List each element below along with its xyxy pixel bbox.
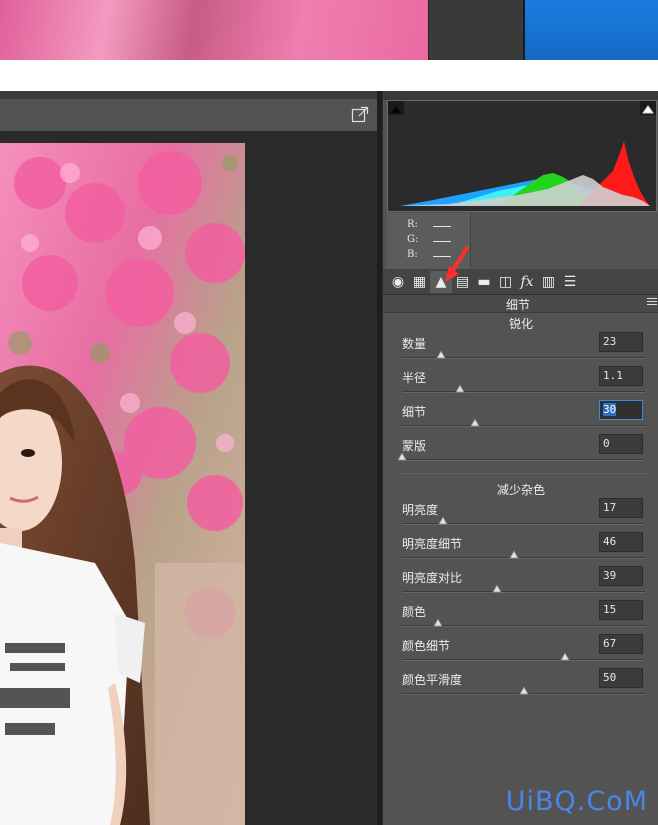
slider-label: 明亮度细节: [402, 537, 463, 551]
slider-label: 颜色细节: [402, 639, 451, 653]
panel-title: 细节: [505, 298, 530, 312]
slider-label: 明亮度对比: [402, 571, 463, 585]
slider-label: 颜色平滑度: [402, 673, 463, 687]
histogram: [387, 100, 657, 212]
slider-track[interactable]: [402, 384, 645, 393]
slider-value-field[interactable]: 30: [599, 400, 643, 420]
panel-menu-icon[interactable]: [647, 298, 657, 308]
presets-icon: ☰: [563, 274, 577, 290]
slider-value-field[interactable]: 46: [599, 532, 643, 552]
slider-track[interactable]: [402, 618, 645, 627]
slider-value-field[interactable]: 23: [599, 332, 643, 352]
slider-value-field[interactable]: 15: [599, 600, 643, 620]
watermark: UiBQ.CoM: [505, 786, 648, 817]
tab-lens-corrections[interactable]: ◫: [495, 271, 517, 293]
slider-value-text: 46: [603, 535, 617, 548]
basic-icon: ◉: [391, 274, 405, 290]
tone-curve-icon: ▦: [412, 274, 427, 290]
slider-value-text: 17: [603, 501, 617, 514]
slider-value-field[interactable]: 1.1: [599, 366, 643, 386]
slider-thumb[interactable]: [433, 618, 444, 627]
slider-track[interactable]: [402, 686, 645, 695]
slider-value-text: 39: [603, 569, 617, 582]
image-workspace: [0, 91, 382, 825]
slider-track[interactable]: [402, 418, 645, 427]
slider-thumb[interactable]: [518, 686, 529, 695]
slider-thumb[interactable]: [509, 550, 519, 559]
desktop-background: [523, 0, 658, 60]
photo-preview[interactable]: [0, 143, 245, 825]
rgb-readout: R: G: B:: [387, 213, 471, 269]
split-toning-icon: ▬: [477, 274, 491, 290]
hsl-icon: ▤: [455, 274, 470, 290]
histogram-graph: [400, 141, 650, 206]
tab-effects[interactable]: fx: [516, 271, 538, 293]
g-label: G:: [407, 234, 419, 245]
slider-label: 明亮度: [402, 503, 439, 517]
camera-calibration-icon: ▥: [541, 274, 556, 290]
slider-label: 数量: [402, 337, 427, 351]
slider-value-text: 23: [603, 335, 617, 348]
slider-track[interactable]: [402, 584, 645, 593]
b-value-dash: [433, 256, 451, 257]
top-photo-preview: [0, 0, 428, 60]
canvas-area: [0, 133, 377, 825]
panel-top-bar: [383, 91, 658, 100]
workspace-toolbar: [0, 99, 377, 132]
lens-corrections-icon: ◫: [498, 274, 513, 290]
slider-label: 颜色: [402, 605, 427, 619]
sharpening-group-title: 锐化: [508, 317, 533, 331]
fullscreen-toggle-icon[interactable]: [351, 106, 369, 124]
slider-value-text: 0: [603, 437, 610, 450]
top-strip: [0, 0, 658, 62]
r-value-dash: [433, 226, 451, 227]
detail-icon: ▲: [435, 274, 447, 290]
effects-icon: fx: [520, 274, 534, 290]
slider-value-text: 1.1: [603, 369, 623, 382]
slider-track[interactable]: [402, 516, 645, 525]
slider-value-text: 50: [603, 671, 617, 684]
window-separator: [0, 60, 658, 91]
detail-panel-header: 细节: [383, 295, 658, 313]
camera-raw-panel: R: G: B: ◉ ▦ ▲ ▤ ▬ ◫ fx ▥ ☰ 细节 锐化 数量 23 半径 1.1 细节 30 蒙版…: [382, 91, 658, 825]
b-label: B:: [407, 249, 418, 260]
slider-track[interactable]: [402, 652, 645, 661]
tab-tone-curve[interactable]: ▦: [409, 271, 431, 293]
tab-presets[interactable]: ☰: [559, 271, 581, 293]
r-label: R:: [407, 219, 418, 230]
g-value-dash: [433, 241, 451, 242]
tab-detail[interactable]: ▲: [430, 271, 452, 293]
group-divider: [397, 473, 651, 474]
slider-value-text: 15: [603, 603, 617, 616]
workspace-topbar: [0, 91, 377, 99]
slider-thumb[interactable]: [470, 418, 480, 427]
slider-thumb[interactable]: [492, 584, 502, 593]
slider-label: 细节: [402, 405, 427, 419]
slider-thumb[interactable]: [560, 652, 570, 661]
slider-thumb[interactable]: [436, 350, 446, 359]
slider-value-text: 67: [603, 637, 617, 650]
slider-value-text: 30: [603, 403, 617, 416]
slider-thumb[interactable]: [438, 516, 448, 525]
slider-track[interactable]: [397, 452, 645, 461]
top-divider: [428, 0, 523, 60]
slider-value-field[interactable]: 50: [599, 668, 643, 688]
slider-label: 半径: [402, 371, 427, 385]
slider-value-field[interactable]: 0: [599, 434, 643, 454]
slider-thumb[interactable]: [455, 384, 466, 393]
tab-hsl[interactable]: ▤: [452, 271, 474, 293]
slider-value-field[interactable]: 67: [599, 634, 643, 654]
tab-basic[interactable]: ◉: [387, 271, 409, 293]
tab-split-toning[interactable]: ▬: [473, 271, 495, 293]
slider-value-field[interactable]: 17: [599, 498, 643, 518]
slider-value-field[interactable]: 39: [599, 566, 643, 586]
slider-track[interactable]: [402, 550, 645, 559]
adjustment-tabs: ◉ ▦ ▲ ▤ ▬ ◫ fx ▥ ☰: [383, 269, 658, 295]
slider-thumb[interactable]: [397, 452, 407, 461]
noise_reduction-group-title: 减少杂色: [496, 483, 545, 497]
slider-track[interactable]: [402, 350, 645, 359]
tab-camera-calibration[interactable]: ▥: [538, 271, 560, 293]
